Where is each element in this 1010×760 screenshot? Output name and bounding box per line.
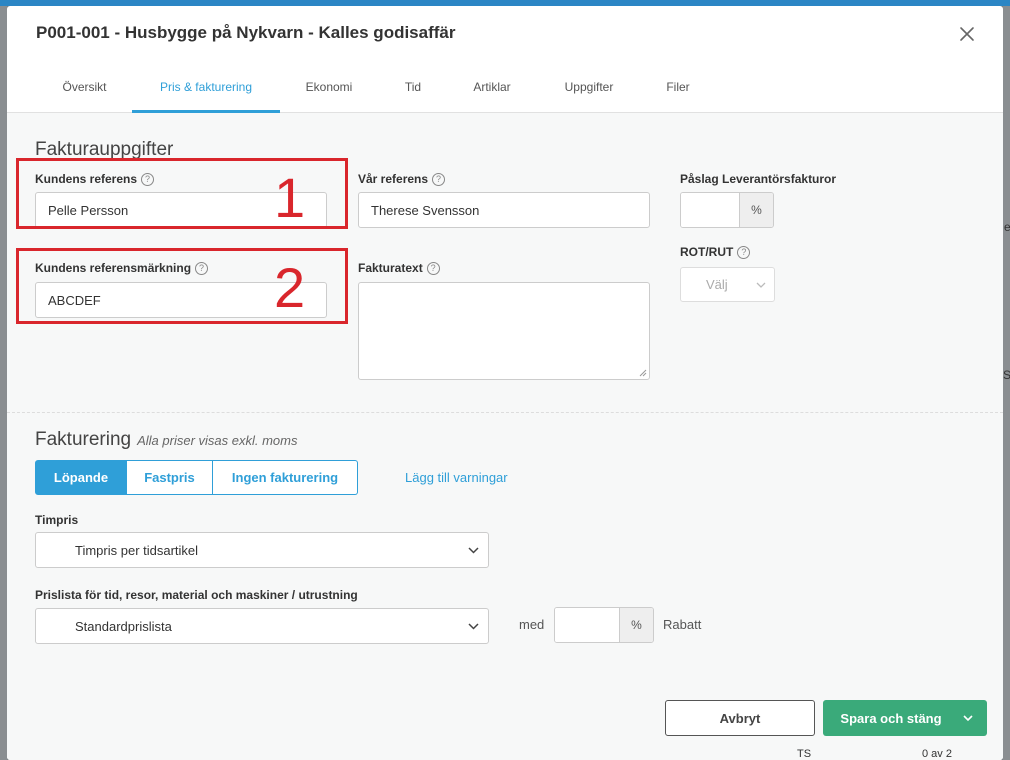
- modal-header: P001-001 - Husbygge på Nykvarn - Kalles …: [7, 6, 1003, 62]
- with-label: med: [519, 617, 545, 632]
- tab-uppgifter[interactable]: Uppgifter: [547, 62, 631, 113]
- annotation-number-1: 1: [274, 166, 306, 229]
- billing-mode-ingen[interactable]: Ingen fakturering: [213, 460, 358, 495]
- supplier-markup-input-group: %: [680, 192, 774, 228]
- hourly-rate-select[interactable]: Timpris per tidsartikel: [35, 532, 489, 568]
- help-icon[interactable]: ?: [432, 172, 446, 186]
- our-reference-input[interactable]: Therese Svensson: [358, 192, 650, 228]
- discount-input-group: %: [554, 607, 654, 643]
- save-and-close-button[interactable]: Spara och stäng: [823, 700, 987, 736]
- discount-label: Rabatt: [663, 617, 702, 632]
- modal-title: P001-001 - Husbygge på Nykvarn - Kalles …: [36, 23, 456, 42]
- percent-addon: %: [739, 193, 773, 227]
- tab-ekonomi[interactable]: Ekonomi: [290, 62, 368, 113]
- help-icon[interactable]: ?: [426, 261, 440, 275]
- billing-mode-fastpris[interactable]: Fastpris: [127, 460, 213, 495]
- background-left-strip: [0, 6, 7, 760]
- price-list-value: Standardprislista: [75, 618, 172, 634]
- supplier-markup-label: Påslag Leverantörsfakturor: [680, 172, 837, 186]
- section-divider: [7, 412, 1003, 413]
- billing-mode-group: Löpande Fastpris Ingen fakturering: [35, 460, 358, 495]
- chevron-down-icon: [756, 282, 766, 288]
- billing-title-text: Fakturering: [35, 429, 132, 450]
- tab-bar: Översikt Pris & fakturering Ekonomi Tid …: [7, 62, 1003, 113]
- rot-rut-label: ROT/RUT ?: [680, 245, 751, 259]
- resize-grip-icon[interactable]: [639, 369, 647, 377]
- background-initials-text: TS: [797, 748, 812, 760]
- invoice-text-label-text: Fakturatext: [358, 261, 423, 275]
- add-warnings-link[interactable]: Lägg till varningar: [405, 470, 508, 485]
- save-and-close-label: Spara och stäng: [840, 710, 942, 726]
- background-pagination-text: 0 av 2: [922, 748, 952, 760]
- discount-input[interactable]: [555, 608, 619, 642]
- save-options-dropdown[interactable]: [949, 700, 987, 736]
- annotation-number-2: 2: [274, 256, 306, 319]
- invoice-text-textarea[interactable]: [358, 282, 650, 380]
- billing-hint: Alla priser visas exkl. moms: [137, 433, 298, 448]
- tab-artiklar[interactable]: Artiklar: [457, 62, 527, 113]
- chevron-down-icon: [468, 547, 479, 554]
- tab-oversikt[interactable]: Översikt: [37, 62, 132, 113]
- close-button[interactable]: [953, 20, 981, 48]
- billing-title: Fakturering Alla priser visas exkl. moms: [35, 429, 297, 451]
- price-list-select[interactable]: Standardprislista: [35, 608, 489, 644]
- invoice-text-label: Fakturatext ?: [358, 261, 440, 275]
- hourly-rate-value: Timpris per tidsartikel: [75, 542, 199, 558]
- chevron-down-icon: [468, 623, 479, 630]
- project-modal: P001-001 - Husbygge på Nykvarn - Kalles …: [7, 6, 1003, 760]
- rot-rut-select[interactable]: Välj: [680, 267, 775, 302]
- our-reference-label: Vår referens ?: [358, 172, 446, 186]
- tab-pris-fakturering[interactable]: Pris & fakturering: [132, 62, 280, 113]
- price-list-label: Prislista för tid, resor, material och m…: [35, 588, 358, 602]
- our-reference-label-text: Vår referens: [358, 172, 429, 186]
- supplier-markup-input[interactable]: [681, 193, 739, 227]
- close-icon: [960, 27, 974, 41]
- cancel-button[interactable]: Avbryt: [665, 700, 815, 736]
- percent-addon: %: [619, 608, 653, 642]
- tab-tid[interactable]: Tid: [388, 62, 438, 113]
- hourly-rate-label: Timpris: [35, 513, 79, 527]
- help-icon[interactable]: ?: [737, 245, 751, 259]
- background-text-fragment: S: [1003, 368, 1010, 382]
- rot-rut-label-text: ROT/RUT: [680, 245, 734, 259]
- background-right-strip: [1003, 6, 1010, 760]
- rot-rut-placeholder: Välj: [706, 277, 728, 292]
- chevron-down-icon: [963, 714, 973, 721]
- tab-filer[interactable]: Filer: [652, 62, 704, 113]
- billing-mode-lopande[interactable]: Löpande: [35, 460, 127, 495]
- background-text-fragment: ek: [1004, 220, 1010, 234]
